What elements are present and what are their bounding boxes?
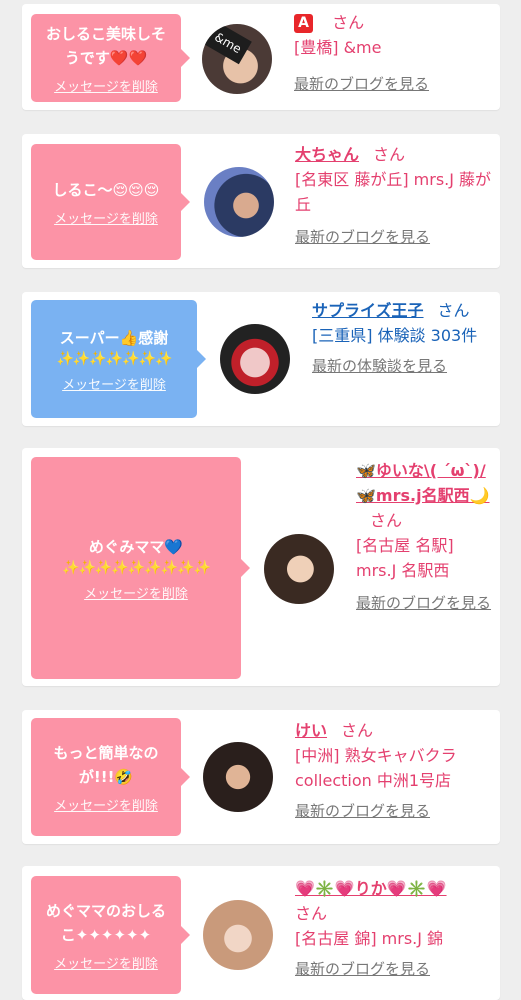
sender-name-link[interactable]: サプライズ王子 [312, 301, 424, 320]
honorific: さん [341, 721, 374, 740]
sender-name-link[interactable]: けい [295, 721, 327, 740]
latest-blog-link[interactable]: 最新のブログを見る [295, 799, 495, 824]
message-card: もっと簡単なのが!!!🤣 メッセージを削除 けい さん [中洲] 熟女キャバクラc… [22, 710, 500, 844]
sender-location: [名東区 藤が丘] mrs.J 藤が丘 [295, 170, 492, 214]
message-card: めぐママのおしるこ✦✦✦✦✦✦ メッセージを削除 💗✳️💗りか💗✳️💗 さん [… [22, 866, 500, 1000]
sender-info: A さん [豊橋] &me 最新のブログを見る [294, 10, 494, 97]
delete-message-link[interactable]: メッセージを削除 [84, 583, 188, 602]
latest-blog-link[interactable]: 最新のブログを見る [295, 225, 495, 250]
message-bubble: スーパー👍感謝 ✨✨✨✨✨✨✨ メッセージを削除 [31, 300, 206, 418]
delete-message-link[interactable]: メッセージを削除 [54, 953, 158, 972]
message-bubble: しるこ〜😌😌😌 メッセージを削除 [31, 144, 190, 260]
avatar[interactable] [203, 900, 273, 970]
a-button-icon[interactable]: A [294, 14, 313, 33]
avatar[interactable] [220, 324, 290, 394]
message-text: おしるこ美味しそうです❤️❤️ [45, 24, 166, 67]
delete-message-link[interactable]: メッセージを削除 [54, 795, 158, 814]
sender-info: けい さん [中洲] 熟女キャバクラcollection 中洲1号店 最新のブログ… [295, 718, 495, 824]
sender-location: [三重県] 体験談 303件 [312, 326, 478, 345]
sparkle-icons: ✨✨✨✨✨✨✨ [56, 350, 172, 367]
message-text: めぐみママ💙 [88, 537, 184, 556]
sender-location: [豊橋] &me [294, 38, 382, 57]
avatar[interactable] [203, 742, 273, 812]
latest-blog-link[interactable]: 最新のブログを見る [356, 591, 496, 616]
latest-blog-link[interactable]: 最新のブログを見る [294, 72, 494, 97]
message-bubble: おしるこ美味しそうです❤️❤️ メッセージを削除 [31, 14, 190, 102]
latest-experience-link[interactable]: 最新の体験談を見る [312, 354, 497, 379]
message-card: めぐみママ💙 ✨✨✨✨✨✨✨✨✨ メッセージを削除 🦋ゆいな\( ´ω`)/🦋m… [22, 448, 500, 686]
message-text: めぐママのおしるこ✦✦✦✦✦✦ [45, 901, 166, 944]
message-text: しるこ〜😌😌😌 [52, 180, 160, 199]
honorific: さん [295, 904, 328, 923]
sender-name-link[interactable]: 💗✳️💗りか💗✳️💗 [295, 876, 495, 901]
delete-message-link[interactable]: メッセージを削除 [54, 208, 158, 227]
avatar[interactable]: &me [202, 24, 272, 94]
message-card: しるこ〜😌😌😌 メッセージを削除 大ちゃん さん [名東区 藤が丘] mrs.J … [22, 134, 500, 268]
honorific: さん [437, 301, 470, 320]
message-text: もっと簡単なのが!!!🤣 [53, 743, 159, 786]
message-text: スーパー👍感謝 [59, 328, 169, 347]
sender-location: [中洲] 熟女キャバクラcollection 中洲1号店 [295, 746, 457, 790]
avatar[interactable] [264, 534, 334, 604]
avatar-label: &me [204, 24, 252, 65]
avatar[interactable] [204, 167, 274, 237]
sender-name-link[interactable]: 🦋ゆいな\( ´ω`)/🦋mrs.j名駅西🌙 [356, 461, 490, 505]
message-feed: おしるこ美味しそうです❤️❤️ メッセージを削除 &me A さん [豊橋] &… [0, 0, 521, 1000]
message-card: おしるこ美味しそうです❤️❤️ メッセージを削除 &me A さん [豊橋] &… [22, 4, 500, 110]
honorific: さん [370, 511, 403, 530]
latest-blog-link[interactable]: 最新のブログを見る [295, 957, 495, 982]
sender-info: 大ちゃん さん [名東区 藤が丘] mrs.J 藤が丘 最新のブログを見る [295, 142, 495, 250]
sparkle-icons: ✨✨✨✨✨✨✨✨✨ [62, 559, 211, 576]
delete-message-link[interactable]: メッセージを削除 [62, 374, 166, 393]
sender-info: 🦋ゆいな\( ´ω`)/🦋mrs.j名駅西🌙 さん [名古屋 名駅] mrs.J … [356, 458, 496, 616]
delete-message-link[interactable]: メッセージを削除 [54, 76, 158, 95]
sender-info: サプライズ王子 さん [三重県] 体験談 303件 最新の体験談を見る [312, 298, 497, 379]
sender-info: 💗✳️💗りか💗✳️💗 さん [名古屋 錦] mrs.J 錦 最新のブログを見る [295, 876, 495, 982]
sender-location: [名古屋 錦] mrs.J 錦 [295, 929, 444, 948]
sender-name-link[interactable]: 大ちゃん [295, 145, 359, 164]
sender-location: [名古屋 名駅] mrs.J 名駅西 [356, 536, 454, 580]
honorific: さん [332, 13, 365, 32]
message-bubble: もっと簡単なのが!!!🤣 メッセージを削除 [31, 718, 190, 836]
message-bubble: めぐママのおしるこ✦✦✦✦✦✦ メッセージを削除 [31, 876, 190, 994]
honorific: さん [373, 145, 406, 164]
message-card: スーパー👍感謝 ✨✨✨✨✨✨✨ メッセージを削除 サプライズ王子 さん [三重県]… [22, 292, 500, 426]
message-bubble: めぐみママ💙 ✨✨✨✨✨✨✨✨✨ メッセージを削除 [31, 457, 250, 679]
